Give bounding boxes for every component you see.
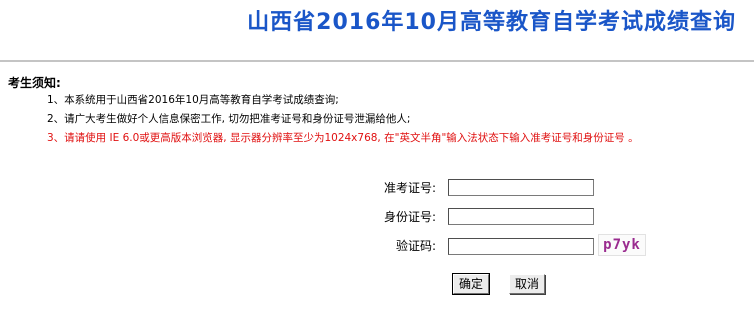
page-title: 山西省2016年10月高等教育自学考试成绩查询 [247, 10, 736, 35]
cancel-button[interactable]: 取消 [509, 274, 546, 294]
notice-item-1: 1、本系统用于山西省2016年10月高等教育自学考试成绩查询; [47, 94, 339, 106]
captcha-input[interactable] [448, 238, 594, 255]
submit-button[interactable]: 确定 [451, 273, 491, 295]
score-query-page: 山西省2016年10月高等教育自学考试成绩查询 考生须知: 1、本系统用于山西省… [0, 0, 754, 309]
exam-number-label: 准考证号: [383, 181, 436, 195]
captcha-label: 验证码: [395, 239, 436, 253]
notice-heading: 考生须知: [8, 76, 61, 90]
id-number-label: 身份证号: [383, 210, 436, 224]
id-number-input[interactable] [448, 208, 594, 225]
notice-item-3-warning: 3、请请使用 IE 6.0或更高版本浏览器, 显示器分辨率至少为1024x768… [47, 132, 639, 144]
captcha-image[interactable]: p7yk [598, 234, 646, 256]
exam-number-input[interactable] [448, 179, 594, 196]
header-divider [0, 60, 754, 62]
notice-item-2: 2、请广大考生做好个人信息保密工作, 切勿把准考证号和身份证号泄漏给他人; [47, 113, 411, 125]
